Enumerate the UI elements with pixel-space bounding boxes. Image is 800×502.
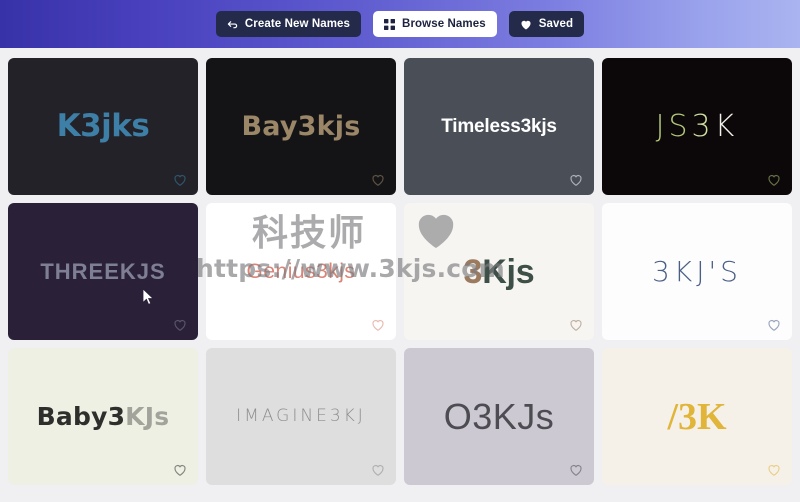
browse-names-label: Browse Names bbox=[402, 18, 486, 30]
logo-name-segment: 3 bbox=[691, 108, 715, 144]
logo-name: 3Kjs bbox=[455, 255, 542, 289]
logo-name-segment: Bay3kjs bbox=[241, 111, 361, 142]
logo-name-segment: K bbox=[714, 108, 739, 144]
favorite-heart-icon[interactable] bbox=[173, 173, 187, 187]
saved-label: Saved bbox=[538, 18, 574, 30]
favorite-heart-icon[interactable] bbox=[371, 463, 385, 477]
logo-name-segment: s bbox=[515, 252, 535, 291]
logo-name-segment: K3jks bbox=[56, 108, 150, 144]
logo-name: THREEKJS bbox=[32, 258, 173, 284]
favorite-heart-icon[interactable] bbox=[569, 173, 583, 187]
logo-name-segment: j bbox=[506, 252, 516, 291]
logo-name-segment: THREEKJS bbox=[40, 258, 166, 284]
favorite-heart-icon[interactable] bbox=[173, 463, 187, 477]
logo-name: /3K bbox=[659, 398, 734, 436]
favorite-heart-icon[interactable] bbox=[767, 173, 781, 187]
favorite-heart-icon[interactable] bbox=[173, 318, 187, 332]
logo-card[interactable]: Baby3KJs bbox=[8, 348, 198, 485]
grid-icon bbox=[384, 18, 396, 30]
favorite-heart-icon[interactable] bbox=[371, 173, 385, 187]
logo-name-segment: Genius3kjs bbox=[246, 260, 356, 283]
logo-card[interactable]: K3jks bbox=[8, 58, 198, 195]
logo-name: K3jks bbox=[49, 111, 158, 142]
logo-card[interactable]: Genius3kjs bbox=[206, 203, 396, 340]
saved-button[interactable]: Saved bbox=[508, 11, 585, 37]
logo-name-segment: 3 bbox=[463, 252, 483, 291]
logo-name-segment: Timeless3kjs bbox=[441, 116, 557, 137]
logo-results-grid: K3jks Bay3kjs Timeless3kjs JS3K THREEKJS Geni… bbox=[0, 48, 800, 485]
logo-name-segment: IMAGINE3KJ bbox=[236, 406, 366, 426]
logo-name: O3KJs bbox=[436, 395, 563, 437]
back-arrow-icon bbox=[227, 19, 238, 30]
favorite-heart-icon[interactable] bbox=[371, 318, 385, 332]
favorite-heart-icon[interactable] bbox=[569, 463, 583, 477]
logo-name-segment: Baby3 bbox=[36, 402, 126, 431]
logo-name-segment: O3KJs bbox=[443, 395, 555, 437]
logo-card[interactable]: Bay3kjs bbox=[206, 58, 396, 195]
heart-filled-icon bbox=[520, 19, 532, 30]
create-new-names-button[interactable]: Create New Names bbox=[215, 11, 362, 37]
logo-name-segment: JS bbox=[655, 108, 692, 144]
logo-name-segment: /3K bbox=[667, 395, 727, 438]
logo-name-segment: K bbox=[482, 252, 507, 291]
favorite-heart-icon[interactable] bbox=[767, 318, 781, 332]
logo-card[interactable]: 3Kjs bbox=[404, 203, 594, 340]
favorite-heart-icon[interactable] bbox=[767, 463, 781, 477]
logo-name: Baby3KJs bbox=[29, 404, 178, 429]
logo-name: Bay3kjs bbox=[233, 113, 368, 140]
top-navigation-bar: Create New Names Browse Names Saved bbox=[0, 0, 800, 48]
logo-card[interactable]: IMAGINE3KJ bbox=[206, 348, 396, 485]
logo-name: IMAGINE3KJ bbox=[228, 408, 374, 425]
logo-card[interactable]: O3KJs bbox=[404, 348, 594, 485]
logo-card[interactable]: THREEKJS bbox=[8, 203, 198, 340]
logo-name-segment: KJs bbox=[125, 402, 170, 431]
logo-name: 3KJ'S bbox=[644, 254, 750, 288]
logo-name: JS3K bbox=[648, 108, 747, 144]
create-new-names-label: Create New Names bbox=[244, 18, 351, 30]
browse-names-button[interactable]: Browse Names bbox=[373, 11, 497, 37]
favorite-heart-icon[interactable] bbox=[569, 318, 583, 332]
logo-card[interactable]: 3KJ'S bbox=[602, 203, 792, 340]
logo-card[interactable]: JS3K bbox=[602, 58, 792, 195]
logo-name: Genius3kjs bbox=[239, 261, 364, 282]
logo-card[interactable]: Timeless3kjs bbox=[404, 58, 594, 195]
logo-name: Timeless3kjs bbox=[433, 117, 565, 136]
logo-name-segment: 3KJ'S bbox=[652, 254, 742, 288]
logo-card[interactable]: /3K bbox=[602, 348, 792, 485]
